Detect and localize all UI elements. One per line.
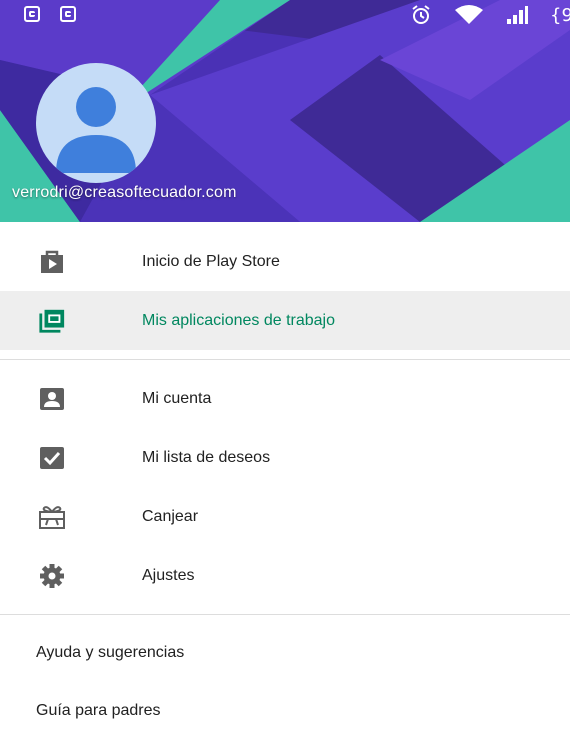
menu-item-wishlist[interactable]: Mi lista de deseos	[0, 428, 570, 487]
menu-item-play-store-home[interactable]: Inicio de Play Store	[0, 232, 570, 291]
alarm-icon	[412, 5, 430, 24]
menu-item-help-feedback[interactable]: Ayuda y sugerencias	[0, 624, 570, 682]
divider	[0, 614, 570, 615]
status-bar: {97	[0, 0, 570, 32]
sim-icon	[24, 6, 40, 22]
work-apps-icon	[38, 307, 66, 335]
menu-item-redeem[interactable]: Canjear	[0, 487, 570, 546]
battery-icon: {97	[550, 4, 570, 26]
menu-item-label: Ayuda y sugerencias	[36, 644, 185, 661]
menu-item-account[interactable]: Mi cuenta	[0, 369, 570, 428]
account-icon	[38, 385, 66, 413]
person-icon	[56, 87, 136, 173]
menu-item-label: Ajustes	[142, 566, 195, 584]
navigation-menu: Inicio de Play Store Mis aplicaciones de…	[0, 232, 570, 740]
divider	[0, 359, 570, 360]
gift-icon	[38, 503, 66, 531]
wishlist-icon	[38, 444, 66, 472]
menu-item-label: Canjear	[142, 507, 199, 525]
account-email[interactable]: verrodri@creasoftecuador.com	[12, 184, 237, 202]
menu-item-label: Guía para padres	[36, 702, 161, 719]
photo-icon	[60, 6, 76, 22]
signal-icon	[507, 6, 528, 24]
wifi-icon	[455, 5, 483, 24]
menu-item-label: Mi cuenta	[142, 389, 212, 407]
menu-item-label: Mis aplicaciones de trabajo	[142, 311, 335, 329]
menu-item-parent-guide[interactable]: Guía para padres	[0, 682, 570, 740]
play-store-icon	[38, 248, 66, 276]
account-header: {97 verrodri@creasoftecuador.com	[0, 0, 570, 222]
avatar[interactable]	[36, 63, 156, 183]
menu-item-work-apps[interactable]: Mis aplicaciones de trabajo	[0, 291, 570, 350]
menu-item-label: Mi lista de deseos	[142, 448, 271, 466]
gear-icon	[38, 562, 66, 590]
menu-item-label: Inicio de Play Store	[142, 252, 280, 270]
menu-item-settings[interactable]: Ajustes	[0, 546, 570, 605]
